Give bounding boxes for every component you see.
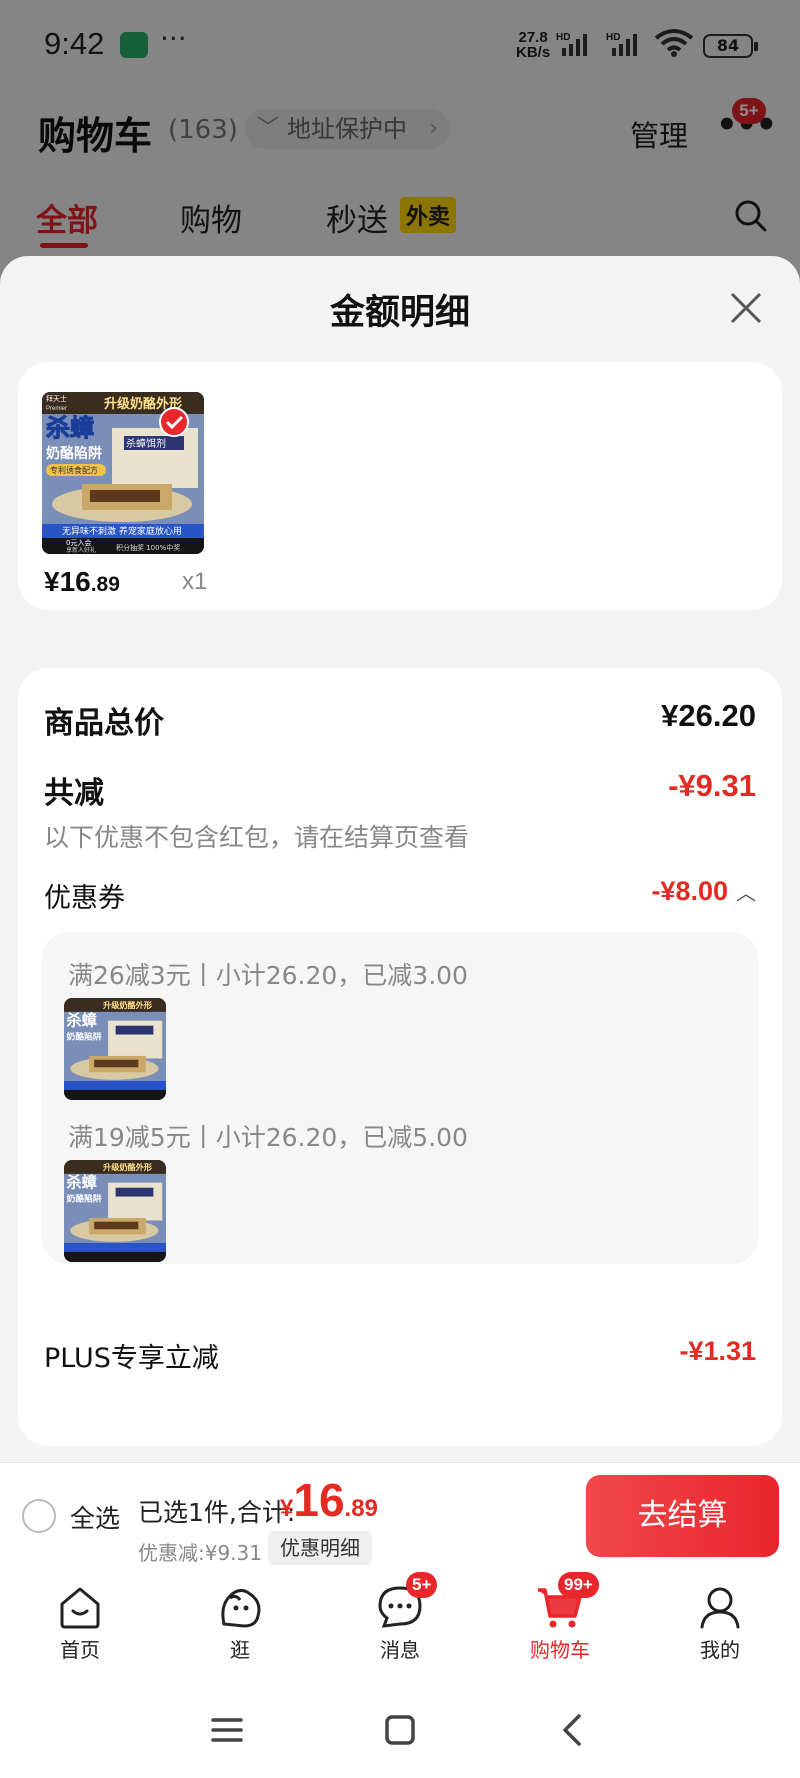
coupon-line: 满19减5元丨小计26.20，已减5.00 (68, 1123, 468, 1152)
coupon-line: 满26减3元丨小计26.20，已减3.00 (68, 961, 468, 990)
amount-detail-sheet: 金额明细 拜天士 Premier 升级奶酪外形 杀蟑饵剂 杀蟑 奶酪陷阱 专利诱… (0, 256, 800, 1466)
total-price-label: 商品总价 (44, 706, 164, 741)
total-price-value: ¥26.20 (661, 698, 756, 733)
reduction-note: 以下优惠不包含红包，请在结算页查看 (44, 823, 470, 852)
coupon-details-box: 满26减3元丨小计26.20，已减3.00 升级奶酪外形 杀蟑 奶酪陷阱 满19… (42, 932, 758, 1264)
select-all-checkbox[interactable] (22, 1499, 56, 1533)
svg-text:Premier: Premier (46, 406, 67, 412)
plus-discount-value: -¥1.31 (679, 1336, 756, 1366)
selected-summary: 已选1件,合计: (138, 1498, 296, 1527)
nav-cart[interactable]: 购物车 (510, 1584, 610, 1663)
coupon-product-thumbnail[interactable]: 升级奶酪外形 杀蟑 奶酪陷阱 (64, 998, 166, 1100)
sheet-title: 金额明细 (329, 293, 470, 333)
system-navigation-bar (0, 1680, 800, 1778)
checkout-button[interactable]: 去结算 (586, 1475, 779, 1557)
svg-text:奶酪陷阱: 奶酪陷阱 (67, 1031, 102, 1043)
nav-home[interactable]: 首页 (30, 1584, 130, 1663)
svg-text:奶酪陷阱: 奶酪陷阱 (67, 1193, 102, 1205)
product-price: ¥16.89 (44, 566, 120, 597)
svg-text:杀蟑饵剂: 杀蟑饵剂 (126, 437, 166, 450)
bottom-navigation: 首页 逛 消息 5+ 购物车 99+ 我的 (0, 1570, 800, 1680)
chevron-up-icon: ︿ (736, 883, 756, 905)
svg-text:0元入会: 0元入会 (66, 538, 91, 547)
menu-icon[interactable] (207, 1710, 247, 1750)
svg-text:专利诱食配方: 专利诱食配方 (50, 465, 98, 475)
back-icon[interactable] (553, 1710, 593, 1750)
coupon-label: 优惠券 (44, 883, 125, 914)
messages-badge: 5+ (406, 1572, 438, 1598)
browse-icon (221, 1589, 261, 1628)
cart-badge: 99+ (558, 1572, 599, 1598)
total-reduction-value: -¥9.31 (668, 768, 756, 803)
svg-text:无异味不刺激 养宠家庭放心用: 无异味不刺激 养宠家庭放心用 (62, 525, 182, 537)
nav-browse[interactable]: 逛 (190, 1584, 290, 1663)
svg-text:杀蟑: 杀蟑 (67, 1012, 97, 1030)
total-amount: ¥16.89 (280, 1474, 378, 1526)
close-icon[interactable] (726, 288, 766, 328)
product-card: 拜天士 Premier 升级奶酪外形 杀蟑饵剂 杀蟑 奶酪陷阱 专利诱食配方 无… (18, 362, 782, 610)
nav-profile[interactable]: 我的 (670, 1584, 770, 1663)
svg-text:拜天士: 拜天士 (46, 394, 67, 403)
home-icon (60, 1587, 100, 1629)
svg-text:杀蟑: 杀蟑 (46, 414, 94, 442)
product-thumbnail[interactable]: 拜天士 Premier 升级奶酪外形 杀蟑饵剂 杀蟑 奶酪陷阱 专利诱食配方 无… (42, 392, 204, 554)
svg-text:杀蟑: 杀蟑 (67, 1174, 97, 1192)
svg-text:奶酪陷阱: 奶酪陷阱 (46, 445, 102, 462)
profile-icon (700, 1587, 740, 1629)
home-square-icon[interactable] (380, 1710, 420, 1750)
total-reduction-label: 共减 (44, 776, 104, 811)
svg-text:升级奶酪外形: 升级奶酪外形 (103, 1000, 153, 1010)
svg-text:积分抽奖 100%中奖: 积分抽奖 100%中奖 (116, 543, 180, 552)
coupon-value-toggle[interactable]: -¥8.00 ︿ (651, 876, 756, 907)
svg-text:升级奶酪外形: 升级奶酪外形 (103, 1162, 153, 1172)
product-quantity: x1 (182, 568, 208, 595)
checkout-bar: 全选 已选1件,合计: ¥16.89 优惠减:¥9.31 优惠明细 去结算 (0, 1462, 800, 1570)
select-all-label[interactable]: 全选 (70, 1499, 120, 1535)
coupon-product-thumbnail[interactable]: 升级奶酪外形 杀蟑 奶酪陷阱 (64, 1160, 166, 1262)
modal-overlay[interactable] (0, 0, 800, 290)
nav-messages[interactable]: 消息 (350, 1584, 450, 1663)
plus-discount-label: PLUS专享立减 (44, 1343, 219, 1374)
price-breakdown-card: 商品总价 ¥26.20 共减 -¥9.31 以下优惠不包含红包，请在结算页查看 … (18, 668, 782, 1446)
discount-summary: 优惠减:¥9.31 (138, 1541, 262, 1565)
svg-text:享新人好礼: 享新人好礼 (66, 546, 96, 554)
discount-detail-button[interactable]: 优惠明细 (268, 1531, 372, 1565)
